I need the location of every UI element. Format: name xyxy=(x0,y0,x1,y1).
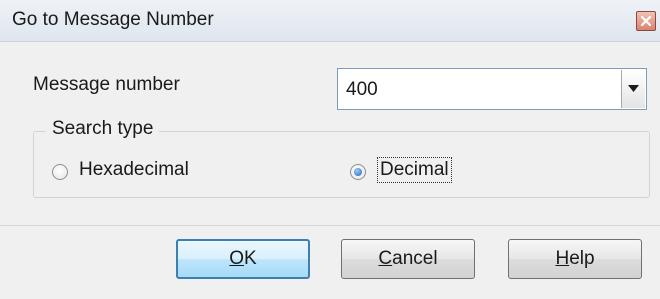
dropdown-button[interactable] xyxy=(621,70,645,108)
message-number-value[interactable]: 400 xyxy=(346,79,378,101)
close-icon xyxy=(640,15,652,27)
button-divider xyxy=(0,225,660,226)
decimal-radio[interactable] xyxy=(350,164,366,180)
go-to-message-dialog: Go to Message Number Message number 400 … xyxy=(0,0,660,299)
cancel-mnemonic: C xyxy=(378,248,393,269)
message-number-combobox[interactable]: 400 xyxy=(337,68,647,110)
cancel-button[interactable]: Cancel xyxy=(341,239,475,279)
close-button[interactable] xyxy=(636,11,656,31)
ok-mnemonic: O xyxy=(229,248,245,269)
cancel-label-rest: ancel xyxy=(392,248,438,269)
help-mnemonic: H xyxy=(555,248,570,269)
help-button[interactable]: Help xyxy=(508,239,642,279)
search-type-legend: Search type xyxy=(46,118,160,140)
title-bar[interactable]: Go to Message Number xyxy=(0,0,660,42)
hexadecimal-radio[interactable] xyxy=(52,164,68,180)
help-label-rest: elp xyxy=(569,248,595,269)
hexadecimal-label[interactable]: Hexadecimal xyxy=(79,159,189,181)
message-number-label: Message number xyxy=(33,74,180,95)
chevron-down-icon xyxy=(628,85,639,92)
window-title: Go to Message Number xyxy=(12,9,214,30)
radio-selected-dot xyxy=(354,168,362,176)
ok-button[interactable]: OK xyxy=(176,239,310,279)
ok-label-rest: K xyxy=(244,248,257,269)
decimal-label[interactable]: Decimal xyxy=(377,157,452,183)
